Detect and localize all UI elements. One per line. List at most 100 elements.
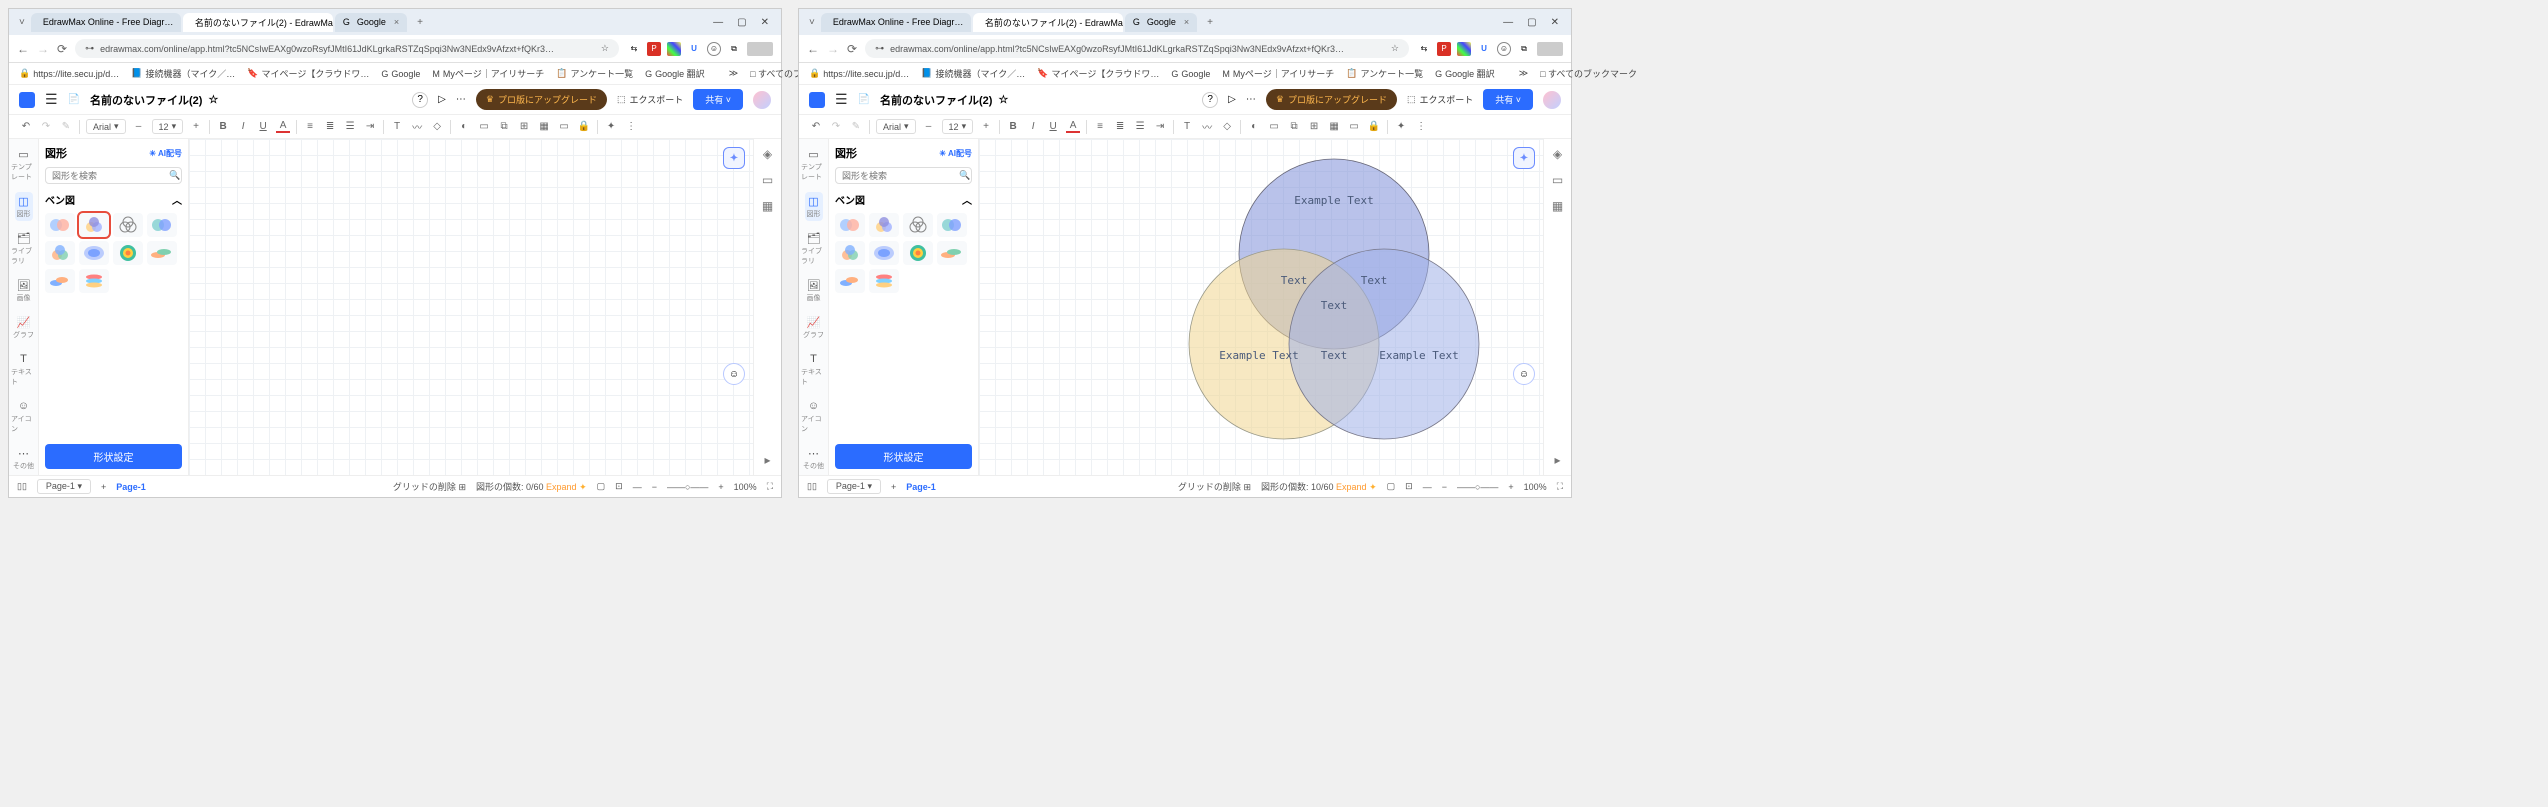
font-size-plus[interactable]: +: [189, 121, 203, 132]
active-page-label[interactable]: Page-1: [906, 482, 936, 492]
curve-tool-button[interactable]: 〰: [410, 119, 424, 134]
upgrade-button[interactable]: ♛プロ版にアップグレード: [1266, 89, 1397, 110]
link-button[interactable]: ⧉: [497, 121, 511, 132]
font-size-minus[interactable]: –: [922, 121, 936, 132]
bold-button[interactable]: B: [1006, 121, 1020, 132]
face-ext-icon[interactable]: ☺: [707, 42, 721, 56]
link-button[interactable]: ⧉: [1287, 121, 1301, 132]
favorite-star-icon[interactable]: ☆: [208, 93, 218, 106]
page-nav-icon[interactable]: ▯▯: [17, 481, 27, 492]
expand-link[interactable]: Expand: [1336, 482, 1367, 492]
bookmark-item[interactable]: 🔒https://lite.secu.jp/d…: [809, 68, 909, 79]
venn-shape-10[interactable]: [869, 269, 899, 293]
ai-button[interactable]: ✦: [1394, 121, 1408, 132]
italic-button[interactable]: I: [236, 121, 250, 132]
indent-button[interactable]: ⇥: [363, 121, 377, 132]
zoom-value[interactable]: 100%: [1524, 482, 1547, 492]
category-header[interactable]: ベン図︿: [835, 192, 972, 207]
share-button[interactable]: 共有 ˅: [693, 89, 743, 110]
maximize-icon[interactable]: ▢: [1527, 17, 1536, 28]
grid-toggle[interactable]: グリッドの削除 ⊞: [393, 480, 466, 493]
more-button[interactable]: ⋯: [1246, 94, 1256, 105]
app-logo-icon[interactable]: [809, 92, 825, 108]
bookmark-item[interactable]: GGoogle 翻訳: [1435, 67, 1495, 80]
grid-tool-icon[interactable]: ▦: [1552, 199, 1563, 213]
rail-other[interactable]: ⋯その他: [801, 444, 826, 473]
align2-button[interactable]: ≣: [323, 121, 337, 132]
tab-close-icon[interactable]: ×: [394, 17, 399, 27]
search-icon[interactable]: 🔍: [169, 170, 180, 181]
share-button[interactable]: 共有 ˅: [1483, 89, 1533, 110]
shape-search[interactable]: 🔍: [45, 167, 182, 184]
align-button[interactable]: ≡: [303, 121, 317, 132]
close-icon[interactable]: ✕: [761, 17, 769, 28]
assistant-bubble[interactable]: ☺: [1513, 363, 1535, 385]
font-size-select[interactable]: 12▾: [942, 119, 974, 134]
zoom-out-button[interactable]: −: [1442, 482, 1447, 492]
font-size-select[interactable]: 12▾: [152, 119, 184, 134]
profile-avatar[interactable]: [1537, 42, 1563, 56]
collapse-panel-icon[interactable]: ▸: [1554, 453, 1560, 467]
fill-tool-icon[interactable]: ◈: [763, 147, 772, 161]
ai-fab-button[interactable]: ✦: [1513, 147, 1535, 169]
page-nav-icon[interactable]: ▯▯: [807, 481, 817, 492]
group-button[interactable]: ⊞: [1307, 121, 1321, 132]
ai-button[interactable]: ✦: [604, 121, 618, 132]
export-button[interactable]: ⬚エクスポート: [1407, 93, 1473, 106]
italic-button[interactable]: I: [1026, 121, 1040, 132]
venn-shape-5[interactable]: [45, 241, 75, 265]
rail-templates[interactable]: ▭テンプレート: [9, 145, 38, 184]
rail-icons[interactable]: ☺アイコン: [9, 397, 38, 436]
canvas-empty[interactable]: ✦ ☺: [189, 139, 753, 475]
zoom-value[interactable]: 100%: [734, 482, 757, 492]
copy-ext-icon[interactable]: ⧉: [1517, 42, 1531, 56]
user-avatar[interactable]: [753, 91, 771, 109]
search-icon[interactable]: 🔍: [959, 170, 970, 181]
pdf-ext-icon[interactable]: P: [647, 42, 661, 56]
canvas-with-venn[interactable]: ✦ Example Text Text Text Text Text Examp…: [979, 139, 1543, 475]
undo-button[interactable]: ↶: [19, 121, 33, 132]
site-info-icon[interactable]: ⊶: [875, 43, 884, 54]
shape-tool-icon[interactable]: ▭: [1552, 173, 1563, 187]
rail-library[interactable]: 🗂ライブラリ: [9, 229, 38, 268]
bookmark-item[interactable]: 📘接続機器（マイク／…: [921, 67, 1025, 80]
font-color-button[interactable]: A: [276, 120, 290, 133]
text-tool-button[interactable]: T: [1180, 121, 1194, 132]
table-button[interactable]: ▦: [537, 121, 551, 132]
rail-shapes[interactable]: ◫図形: [805, 192, 823, 221]
back-button[interactable]: ←: [17, 42, 29, 56]
minimize-icon[interactable]: —: [1503, 17, 1513, 28]
venn-shape-6[interactable]: [869, 241, 899, 265]
zoom-in-button[interactable]: +: [1508, 482, 1513, 492]
site-info-icon[interactable]: ⊶: [85, 43, 94, 54]
bookmark-item[interactable]: 📘接続機器（マイク／…: [131, 67, 235, 80]
category-header[interactable]: ベン図︿: [45, 192, 182, 207]
collapse-panel-icon[interactable]: ▸: [764, 453, 770, 467]
eraser-button[interactable]: ◇: [1220, 121, 1234, 132]
tabs-chevron-icon[interactable]: ˅: [13, 17, 31, 28]
forward-button[interactable]: →: [827, 42, 839, 56]
expand-link[interactable]: Expand: [546, 482, 577, 492]
font-color-button[interactable]: A: [1066, 120, 1080, 133]
document-title[interactable]: 名前のないファイル(2)☆: [880, 92, 1008, 108]
minimize-icon[interactable]: —: [713, 17, 723, 28]
venn-shape-3[interactable]: [903, 213, 933, 237]
rail-charts[interactable]: 📈グラフ: [801, 313, 826, 342]
new-tab-button[interactable]: +: [1199, 13, 1221, 32]
all-bookmarks[interactable]: □ すべてのブックマーク: [1540, 67, 1637, 80]
menu-icon[interactable]: ☰: [835, 91, 848, 108]
page-tab-select[interactable]: Page-1 ▾: [827, 479, 881, 494]
bookmark-item[interactable]: MMyページ｜アイリサーチ: [1222, 67, 1334, 80]
fill-button[interactable]: ◐: [457, 121, 471, 132]
ai-layout-link[interactable]: ✳AI配号: [149, 148, 182, 159]
page-tab-select[interactable]: Page-1 ▾: [37, 479, 91, 494]
table-button[interactable]: ▦: [1327, 121, 1341, 132]
ruler-icon[interactable]: —: [633, 482, 642, 492]
u-ext-icon[interactable]: U: [1477, 42, 1491, 56]
ruler-icon[interactable]: —: [1423, 482, 1432, 492]
underline-button[interactable]: U: [256, 121, 270, 132]
zoom-out-button[interactable]: −: [652, 482, 657, 492]
more-button[interactable]: ⋯: [456, 94, 466, 105]
venn-shape-6[interactable]: [79, 241, 109, 265]
fill-tool-icon[interactable]: ◈: [1553, 147, 1562, 161]
